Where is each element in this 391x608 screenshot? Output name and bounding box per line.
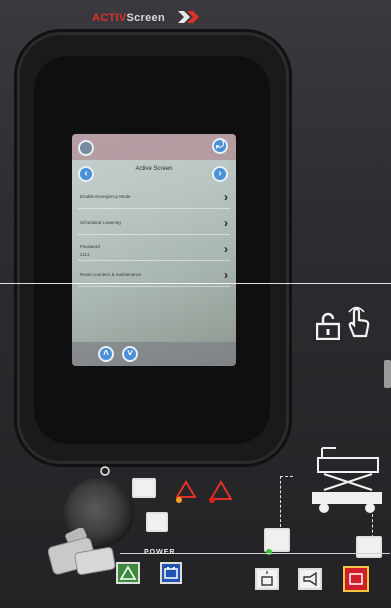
screen-menu-button[interactable] bbox=[78, 140, 94, 156]
menu-row-value: 2111 bbox=[80, 252, 90, 257]
battery-button[interactable] bbox=[160, 562, 182, 584]
touch-screen[interactable]: ⤾ ‹ › Active Screen Enable Emergency Mod… bbox=[72, 134, 236, 366]
ground-control-indicator bbox=[146, 512, 168, 532]
horn-icon bbox=[303, 571, 317, 587]
beacon-button[interactable] bbox=[255, 568, 279, 590]
emergency-stop-button[interactable] bbox=[343, 566, 369, 592]
dashed-connector bbox=[372, 514, 374, 538]
brand-logo: ACTIVScreen bbox=[92, 12, 165, 24]
power-label: POWER bbox=[144, 549, 176, 556]
chevron-right-icon: › bbox=[224, 268, 228, 282]
warning-triangle-icon bbox=[176, 480, 196, 498]
screen-title: Active Screen bbox=[135, 166, 173, 172]
machine-control-panel: ACTIVScreen ⤾ ‹ › Active Screen Enable E… bbox=[0, 0, 391, 608]
scroll-down-button[interactable]: ˅ bbox=[122, 346, 138, 362]
power-triangle-icon bbox=[119, 565, 137, 580]
brand-chevron-icon bbox=[178, 11, 199, 23]
menu-row-password[interactable]: Password 2111 › bbox=[78, 240, 230, 261]
menu-row-lowering[interactable]: Scheduled Lowering › bbox=[78, 214, 230, 235]
screen-forward-button[interactable]: › bbox=[212, 166, 228, 182]
chevron-right-icon: › bbox=[224, 242, 228, 256]
menu-row-label: Password bbox=[80, 244, 100, 249]
menu-row-label: Scheduled Lowering bbox=[80, 220, 121, 225]
battery-icon bbox=[164, 567, 178, 579]
screen-footer-bar bbox=[72, 342, 236, 366]
dashed-connector bbox=[280, 476, 293, 527]
red-led bbox=[209, 497, 215, 503]
scissor-lift-icon bbox=[312, 447, 382, 513]
off-position-icon bbox=[100, 466, 110, 476]
green-led bbox=[266, 549, 272, 555]
photo-divider-line bbox=[0, 283, 391, 284]
chevron-right-icon: › bbox=[224, 190, 228, 204]
brand-screen-text: Screen bbox=[126, 12, 165, 24]
beacon-icon bbox=[261, 571, 273, 586]
brand-activ-text: ACTIV bbox=[92, 12, 127, 24]
amber-led bbox=[176, 497, 182, 503]
scroll-up-button[interactable]: ˄ bbox=[98, 346, 114, 362]
menu-row-label: Enable Emergency Mode bbox=[80, 194, 131, 199]
touch-hand-icon bbox=[348, 306, 370, 338]
platform-control-indicator bbox=[132, 478, 156, 498]
screen-back-button[interactable]: ‹ bbox=[78, 166, 94, 182]
drive-indicator bbox=[356, 536, 382, 558]
side-tab bbox=[384, 360, 391, 388]
menu-row-emergency[interactable]: Enable Emergency Mode › bbox=[78, 188, 230, 209]
screen-exit-button[interactable]: ⤾ bbox=[212, 138, 228, 154]
emergency-icon bbox=[349, 573, 363, 585]
power-on-button[interactable] bbox=[116, 562, 140, 584]
unlock-icon bbox=[316, 312, 340, 340]
horn-button[interactable] bbox=[298, 568, 322, 590]
menu-row-label: Reset counters & maintenance bbox=[80, 272, 142, 277]
chevron-right-icon: › bbox=[224, 216, 228, 230]
key-icon bbox=[47, 528, 116, 575]
